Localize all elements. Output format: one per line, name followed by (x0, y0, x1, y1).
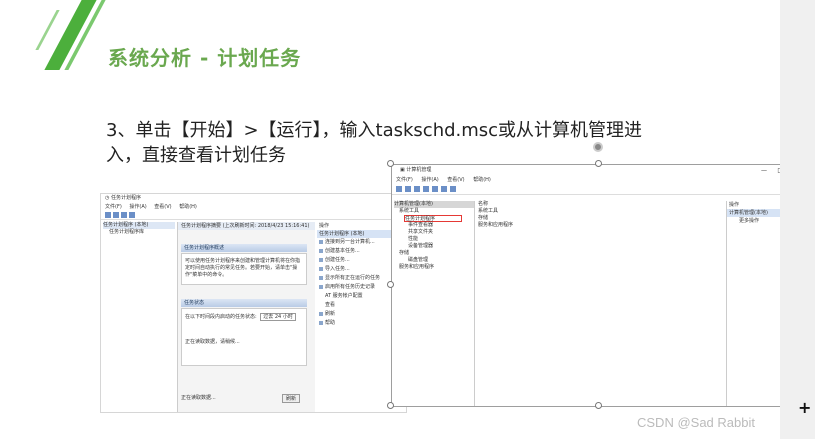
ts-status-box: 在以下时间段内启动的任务状态: 过去 24 小时 正在读取数据，请稍候... (181, 308, 307, 366)
cm-list-item[interactable]: 系统工具 (475, 208, 726, 215)
ts-overview-box: 可以使用任务计划程序来创建和管理计算机将在你指定时间自动执行的常见任务。若要开始… (181, 253, 307, 285)
view-icon[interactable] (450, 186, 456, 192)
resize-handle[interactable] (387, 402, 394, 409)
body-line-1: 3、单击【开始】>【运行】，输入taskschd.msc或从计算机管理进 (106, 120, 643, 141)
ts-period-select[interactable]: 过去 24 小时 (260, 313, 296, 321)
task-scheduler-screenshot: ◷ 任务计划程序 文件(F) 操作(A) 查看(V) 帮助(H) 任务计划程序 … (100, 193, 407, 413)
properties-icon[interactable] (432, 186, 438, 192)
resize-handle[interactable] (387, 281, 394, 288)
resize-handle[interactable] (387, 160, 394, 167)
resize-handle[interactable] (595, 160, 602, 167)
cm-tree-event-viewer[interactable]: 事件查看器 (394, 222, 474, 229)
ts-menu-view[interactable]: 查看(V) (154, 204, 171, 210)
help-icon[interactable] (129, 212, 135, 218)
cm-tree-storage[interactable]: 存储 (394, 250, 474, 257)
watermark: CSDN @Sad Rabbit (637, 415, 755, 430)
help-icon (319, 321, 323, 325)
cm-tree-system-tools[interactable]: 系统工具 (394, 208, 474, 215)
cm-list-item[interactable]: 存储 (475, 215, 726, 222)
slide-body-text: 3、单击【开始】>【运行】，输入taskschd.msc或从计算机管理进 入，直… (106, 118, 696, 168)
action-icon (319, 285, 323, 289)
cm-list-item[interactable]: 服务和应用程序 (475, 222, 726, 229)
ts-window-title: 任务计划程序 (110, 195, 141, 201)
slide-title: 系统分析 - 计划任务 (108, 46, 302, 70)
ts-loading-text: 正在读取数据，请稍候... (185, 339, 240, 345)
cm-menu-view[interactable]: 查看(V) (447, 177, 464, 183)
ts-status-bar[interactable]: 任务状态 (181, 299, 307, 307)
action-icon (319, 258, 323, 262)
cm-list-header: 名称 (478, 201, 489, 207)
ts-tree-library[interactable]: 任务计划程序库 (103, 229, 175, 236)
rotate-handle[interactable] (593, 142, 603, 152)
cm-tree-performance[interactable]: 性能 (394, 236, 474, 243)
resize-handle[interactable] (595, 402, 602, 409)
cm-tree-shared-folders[interactable]: 共享文件夹 (394, 229, 474, 236)
action-icon (319, 249, 323, 253)
ts-menu-help[interactable]: 帮助(H) (179, 204, 197, 210)
cm-menubar: 文件(F) 操作(A) 查看(V) 帮助(H) (392, 176, 805, 184)
show-tree-icon[interactable] (423, 186, 429, 192)
ts-refresh-button[interactable]: 刷新 (282, 394, 301, 403)
cm-tree: 计算机管理(本地) 系统工具 任务计划程序 事件查看器 共享文件夹 性能 设备管… (394, 201, 474, 271)
decor-stripe (35, 10, 60, 50)
action-icon (319, 240, 323, 244)
ts-toolbar (101, 211, 406, 220)
cm-window-title: 计算机管理 (406, 167, 432, 173)
back-icon[interactable] (105, 212, 111, 218)
ts-menu-action[interactable]: 操作(A) (129, 204, 146, 210)
cm-menu-file[interactable]: 文件(F) (396, 177, 413, 183)
cm-menu-help[interactable]: 帮助(H) (473, 177, 491, 183)
ts-summary-header: 任务计划程序摘要 (上次刷新时间: 2018/4/23 15:16:41) (178, 222, 315, 230)
cm-tree-task-scheduler[interactable]: 任务计划程序 (404, 215, 462, 222)
action-icon (319, 276, 323, 280)
ts-menu-file[interactable]: 文件(F) (105, 204, 122, 210)
ts-main-panel: 任务计划程序摘要 (上次刷新时间: 2018/4/23 15:16:41) 任务… (177, 222, 315, 412)
ts-overview-bar[interactable]: 任务计划程序概述 (181, 244, 307, 252)
cm-tree-disk-management[interactable]: 磁盘管理 (394, 257, 474, 264)
slide: 系统分析 - 计划任务 3、单击【开始】>【运行】，输入taskschd.msc… (0, 0, 809, 439)
ts-tree: 任务计划程序 (本地) 任务计划程序库 (103, 222, 175, 236)
cm-tree-device-manager[interactable]: 设备管理器 (394, 243, 474, 250)
ts-titlebar: ◷ 任务计划程序 (101, 194, 406, 203)
refresh-icon (319, 312, 323, 316)
ts-overview-text: 可以使用任务计划程序来创建和管理计算机将在你指定时间自动执行的常见任务。若要开始… (185, 258, 301, 278)
ts-menubar: 文件(F) 操作(A) 查看(V) 帮助(H) (101, 203, 406, 211)
action-icon (319, 267, 323, 271)
forward-icon[interactable] (113, 212, 119, 218)
ts-tree-root[interactable]: 任务计划程序 (本地) (103, 222, 175, 229)
right-gutter (780, 0, 815, 439)
cm-menu-action[interactable]: 操作(A) (421, 177, 438, 183)
crosshair-cursor-icon: + (798, 398, 812, 417)
cm-list: 名称 系统工具 存储 服务和应用程序 (474, 201, 726, 406)
cm-tree-services-apps[interactable]: 服务和应用程序 (394, 264, 474, 271)
forward-icon[interactable] (405, 186, 411, 192)
properties-icon[interactable] (121, 212, 127, 218)
ts-footer-status: 正在读取数据... (181, 395, 216, 401)
computer-management-screenshot[interactable]: ▣ 计算机管理 — □ ✕ 文件(F) 操作(A) 查看(V) 帮助(H) 计算… (391, 164, 806, 407)
up-icon[interactable] (414, 186, 420, 192)
cm-toolbar (392, 184, 805, 195)
help-icon[interactable] (441, 186, 447, 192)
minimize-icon[interactable]: — (761, 165, 767, 176)
back-icon[interactable] (396, 186, 402, 192)
ts-status-row: 在以下时间段内启动的任务状态: (185, 314, 257, 320)
cm-tree-root[interactable]: 计算机管理(本地) (394, 201, 474, 208)
